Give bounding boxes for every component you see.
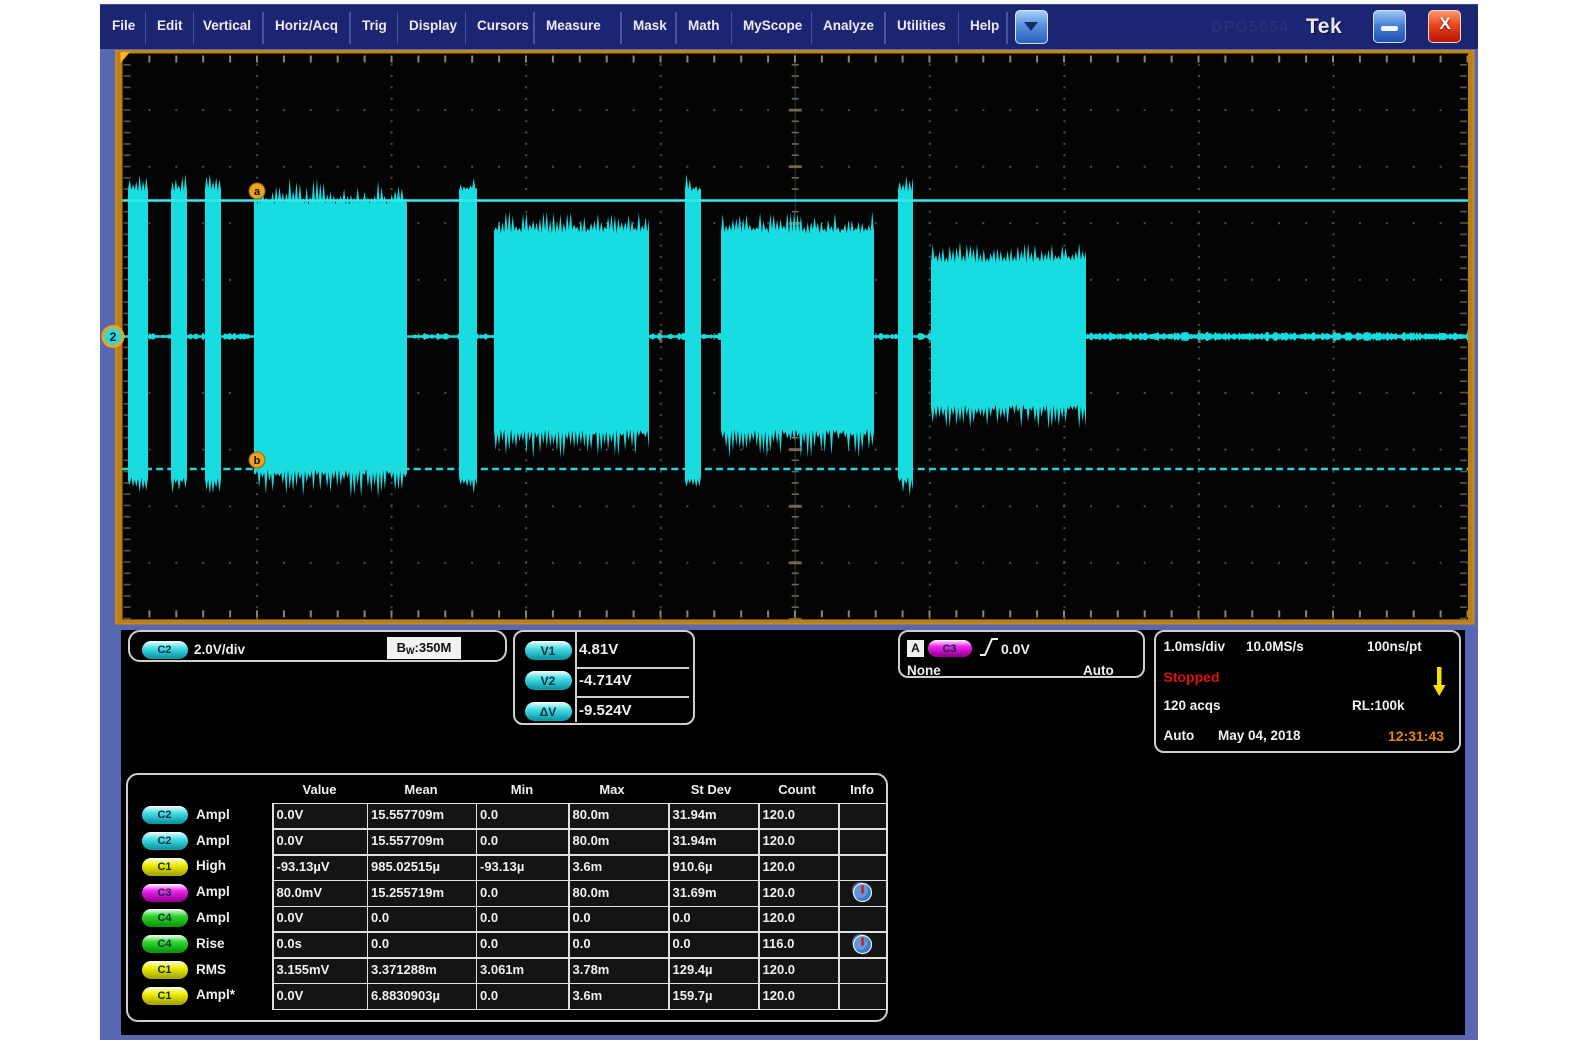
svg-text:b: b bbox=[254, 455, 261, 467]
svg-text:2: 2 bbox=[110, 330, 117, 344]
svg-text:a: a bbox=[254, 186, 261, 198]
